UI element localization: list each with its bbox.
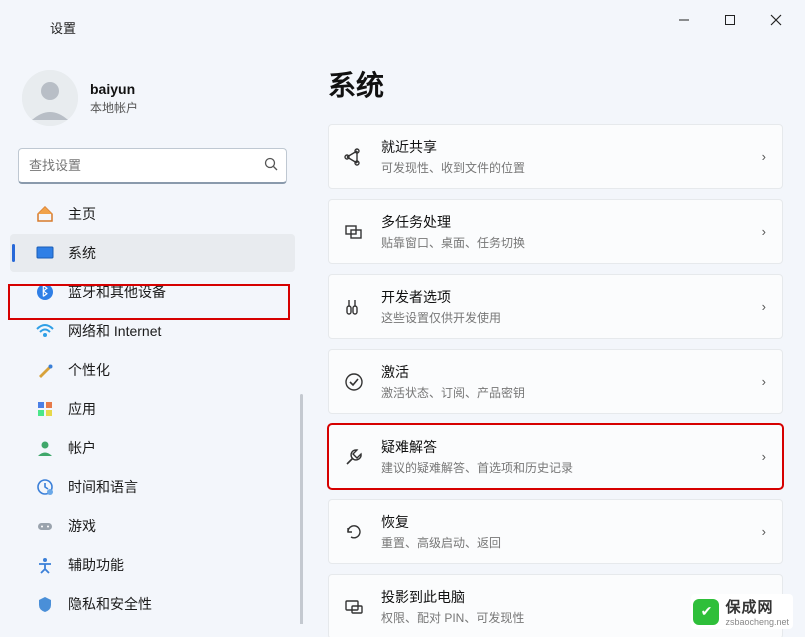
recovery-icon	[343, 521, 365, 543]
search-box[interactable]	[18, 148, 287, 184]
card-title: 恢复	[381, 512, 746, 532]
main-panel: 系统 就近共享 可发现性、收到文件的位置 › 多任务处理 贴靠窗口、桌面、任务切…	[320, 52, 791, 637]
card-title: 就近共享	[381, 137, 746, 157]
card-troubleshoot[interactable]: 疑难解答 建议的疑难解答、首选项和历史记录 ›	[328, 424, 783, 489]
card-title: 疑难解答	[381, 437, 746, 457]
accounts-icon	[36, 439, 54, 457]
nav-label: 个性化	[68, 360, 110, 380]
close-button[interactable]	[753, 4, 799, 36]
nav-label: 时间和语言	[68, 477, 138, 497]
multitask-icon	[343, 221, 365, 243]
card-subtitle: 重置、高级启动、返回	[381, 534, 746, 551]
nav-item-system[interactable]: 系统	[10, 234, 295, 272]
privacy-icon	[36, 595, 54, 613]
card-subtitle: 贴靠窗口、桌面、任务切换	[381, 234, 746, 251]
nav-label: 帐户	[68, 438, 96, 458]
chevron-right-icon: ›	[762, 449, 766, 464]
nav-item-accounts[interactable]: 帐户	[10, 429, 295, 467]
nav-label: 辅助功能	[68, 555, 124, 575]
minimize-button[interactable]	[661, 4, 707, 36]
troubleshoot-icon	[343, 446, 365, 468]
nav-label: 隐私和安全性	[68, 594, 152, 614]
watermark-logo-icon: ✔	[693, 599, 719, 625]
nav: 主页 系统 蓝牙和其他设备 网络和 Internet 个性化 应用	[0, 194, 305, 624]
share-icon	[343, 146, 365, 168]
sidebar: baiyun 本地帐户 主页 系统 蓝牙和其他设备	[0, 52, 305, 637]
watermark-url: zsbaocheng.net	[725, 617, 789, 627]
profile-block[interactable]: baiyun 本地帐户	[0, 58, 305, 144]
network-icon	[36, 322, 54, 340]
nav-item-network[interactable]: 网络和 Internet	[10, 312, 295, 350]
gaming-icon	[36, 517, 54, 535]
nav-item-accessibility[interactable]: 辅助功能	[10, 546, 295, 584]
nav-item-home[interactable]: 主页	[10, 195, 295, 233]
card-recovery[interactable]: 恢复 重置、高级启动、返回 ›	[328, 499, 783, 564]
watermark: ✔ 保成网 zsbaocheng.net	[691, 594, 793, 629]
system-icon	[36, 244, 54, 262]
time-icon	[36, 478, 54, 496]
page-title: 系统	[320, 52, 791, 124]
nav-label: 蓝牙和其他设备	[68, 282, 166, 302]
search-icon	[264, 157, 278, 174]
nav-label: 游戏	[68, 516, 96, 536]
card-multitasking[interactable]: 多任务处理 贴靠窗口、桌面、任务切换 ›	[328, 199, 783, 264]
chevron-right-icon: ›	[762, 374, 766, 389]
titlebar	[0, 0, 805, 40]
nav-label: 主页	[68, 204, 96, 224]
chevron-right-icon: ›	[762, 149, 766, 164]
card-nearby-sharing[interactable]: 就近共享 可发现性、收到文件的位置 ›	[328, 124, 783, 189]
nav-item-personalization[interactable]: 个性化	[10, 351, 295, 389]
profile-name: baiyun	[90, 81, 138, 97]
sidebar-scrollbar[interactable]	[300, 394, 303, 624]
card-subtitle: 可发现性、收到文件的位置	[381, 159, 746, 176]
nav-item-gaming[interactable]: 游戏	[10, 507, 295, 545]
card-developer[interactable]: 开发者选项 这些设置仅供开发使用 ›	[328, 274, 783, 339]
nav-label: 系统	[68, 243, 96, 263]
chevron-right-icon: ›	[762, 524, 766, 539]
card-activation[interactable]: 激活 激活状态、订阅、产品密钥 ›	[328, 349, 783, 414]
personalization-icon	[36, 361, 54, 379]
card-subtitle: 建议的疑难解答、首选项和历史记录	[381, 459, 746, 476]
accessibility-icon	[36, 556, 54, 574]
avatar	[22, 70, 78, 126]
card-title: 多任务处理	[381, 212, 746, 232]
nav-item-privacy[interactable]: 隐私和安全性	[10, 585, 295, 623]
card-title: 激活	[381, 362, 746, 382]
maximize-button[interactable]	[707, 4, 753, 36]
nav-item-time[interactable]: 时间和语言	[10, 468, 295, 506]
chevron-right-icon: ›	[762, 224, 766, 239]
card-subtitle: 这些设置仅供开发使用	[381, 309, 746, 326]
watermark-brand: 保成网	[725, 596, 789, 617]
search-input[interactable]	[29, 158, 264, 173]
apps-icon	[36, 400, 54, 418]
activation-icon	[343, 371, 365, 393]
developer-icon	[343, 296, 365, 318]
nav-item-bluetooth[interactable]: 蓝牙和其他设备	[10, 273, 295, 311]
chevron-right-icon: ›	[762, 299, 766, 314]
nav-label: 网络和 Internet	[68, 321, 161, 341]
bluetooth-icon	[36, 283, 54, 301]
nav-label: 应用	[68, 399, 96, 419]
project-icon	[343, 596, 365, 618]
nav-item-apps[interactable]: 应用	[10, 390, 295, 428]
card-subtitle: 激活状态、订阅、产品密钥	[381, 384, 746, 401]
profile-account-type: 本地帐户	[90, 99, 138, 116]
home-icon	[36, 205, 54, 223]
card-title: 开发者选项	[381, 287, 746, 307]
